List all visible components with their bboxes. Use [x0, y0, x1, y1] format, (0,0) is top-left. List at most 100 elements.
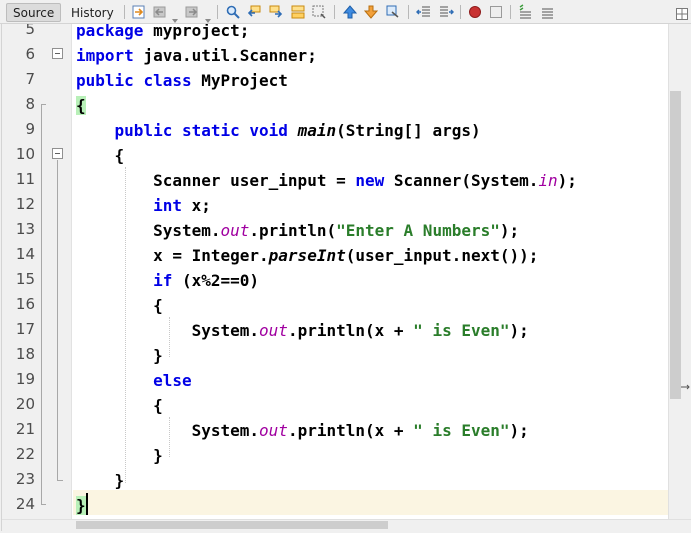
- code-token: x = Integer.: [76, 246, 269, 265]
- code-token: public: [76, 71, 134, 90]
- vertical-scroll-thumb[interactable]: [670, 91, 681, 399]
- line-number: 8: [25, 95, 35, 113]
- code-line[interactable]: {: [76, 143, 125, 168]
- code-line[interactable]: }: [76, 443, 163, 468]
- code-line[interactable]: }: [76, 493, 88, 518]
- code-line[interactable]: int x;: [76, 193, 211, 218]
- code-token: if: [153, 271, 173, 290]
- code-token: );: [509, 321, 529, 340]
- find-next-icon[interactable]: [268, 4, 284, 20]
- find-selection-icon[interactable]: [290, 4, 306, 20]
- code-token: new: [355, 171, 385, 190]
- fold-toggle-icon[interactable]: [52, 148, 63, 159]
- code-line[interactable]: public class MyProject: [76, 68, 288, 93]
- last-edit-icon[interactable]: [131, 4, 147, 20]
- forward-dropdown-icon[interactable]: [205, 9, 211, 23]
- code-line[interactable]: Scanner user_input = new Scanner(System.…: [76, 168, 577, 193]
- code-line[interactable]: package myproject;: [76, 24, 249, 43]
- horizontal-scrollbar[interactable]: [2, 519, 691, 531]
- fold-guide: [41, 504, 46, 505]
- code-token: in: [538, 171, 558, 190]
- line-number: 14: [15, 245, 35, 263]
- code-token: System.: [76, 221, 221, 240]
- back-icon[interactable]: [152, 4, 168, 20]
- shift-line-left-icon[interactable]: [416, 4, 432, 20]
- code-line[interactable]: public static void main(String[] args): [76, 118, 481, 143]
- code-token: {: [76, 396, 163, 415]
- code-token: {: [76, 296, 163, 315]
- horizontal-scroll-thumb[interactable]: [76, 521, 388, 529]
- shift-left-icon[interactable]: [342, 4, 358, 20]
- line-number-gutter: 5 6 7 8 9 10 11 12 13 14 15 16 17 18 19 20 21 22 23 24: [2, 24, 72, 519]
- line-number: 19: [15, 370, 35, 388]
- code-token: MyProject: [191, 71, 288, 90]
- code-token: );: [509, 421, 529, 440]
- code-editor[interactable]: 5 6 7 8 9 10 11 12 13 14 15 16 17 18 19 20 21 22 23 24 pack…: [1, 24, 691, 531]
- text-caret: [85, 493, 88, 515]
- forward-icon[interactable]: [184, 4, 200, 20]
- split-icon[interactable]: [676, 5, 688, 20]
- line-number: 24: [15, 495, 35, 513]
- tab-source[interactable]: Source: [6, 3, 62, 22]
- comment-icon[interactable]: [517, 4, 533, 20]
- code-line[interactable]: if (x%2==0): [76, 268, 259, 293]
- record-macro-icon[interactable]: [467, 4, 483, 20]
- fold-toggle-icon[interactable]: [52, 48, 63, 59]
- code-token: }: [76, 471, 125, 490]
- current-line-highlight: [73, 490, 668, 515]
- shift-right-icon[interactable]: [363, 4, 379, 20]
- code-line[interactable]: import java.util.Scanner;: [76, 43, 317, 68]
- code-token: .println(: [249, 221, 337, 240]
- code-line[interactable]: System.out.println(x + " is Even");: [76, 418, 529, 443]
- code-token: import: [76, 46, 134, 65]
- code-token: void: [249, 121, 288, 140]
- shift-line-right-icon[interactable]: [438, 4, 454, 20]
- code-token: out: [259, 421, 288, 440]
- stop-macro-icon[interactable]: [488, 4, 504, 20]
- line-number: 21: [15, 420, 35, 438]
- code-token: );: [557, 171, 577, 190]
- code-line[interactable]: {: [76, 293, 163, 318]
- code-token: Scanner user_input =: [76, 171, 356, 190]
- line-number: 11: [15, 170, 35, 188]
- vertical-scrollbar[interactable]: [668, 24, 691, 519]
- code-token: (user_input.next());: [345, 246, 539, 265]
- code-token: myproject;: [143, 24, 250, 40]
- uncomment-icon[interactable]: [539, 4, 555, 20]
- toolbar-separator: [408, 5, 409, 19]
- code-line[interactable]: else: [76, 368, 192, 393]
- toggle-highlight-icon[interactable]: [311, 4, 327, 20]
- find-previous-icon[interactable]: [246, 4, 262, 20]
- tab-history[interactable]: History: [64, 3, 121, 22]
- code-token: (String[] args): [336, 121, 481, 140]
- find-icon[interactable]: [225, 4, 241, 20]
- toggle-bookmark-icon[interactable]: [385, 4, 401, 20]
- code-line[interactable]: x = Integer.parseInt(user_input.next());: [76, 243, 538, 268]
- code-line[interactable]: {: [76, 93, 86, 118]
- code-line[interactable]: System.out.println(x + " is Even");: [76, 318, 529, 343]
- code-line[interactable]: System.out.println("Enter A Numbers");: [76, 218, 519, 243]
- error-stripe-marker-icon: [681, 384, 690, 390]
- toolbar-separator: [510, 5, 511, 19]
- toolbar-separator: [460, 5, 461, 19]
- back-dropdown-icon[interactable]: [172, 9, 178, 23]
- code-line[interactable]: }: [76, 343, 163, 368]
- line-number: 16: [15, 295, 35, 313]
- code-token: parseInt: [268, 246, 346, 265]
- code-line[interactable]: {: [76, 393, 163, 418]
- editor-toolbar: Source History: [0, 0, 691, 24]
- line-number: 23: [15, 470, 35, 488]
- code-token: x;: [181, 196, 211, 215]
- code-token: {: [76, 96, 86, 115]
- code-token: .println(x +: [287, 421, 414, 440]
- line-number: 7: [25, 70, 35, 88]
- code-token: );: [499, 221, 520, 240]
- line-number: 20: [15, 395, 35, 413]
- code-token: else: [153, 371, 192, 390]
- code-line[interactable]: }: [76, 468, 125, 493]
- line-number: 18: [15, 345, 35, 363]
- code-token: }: [76, 346, 163, 365]
